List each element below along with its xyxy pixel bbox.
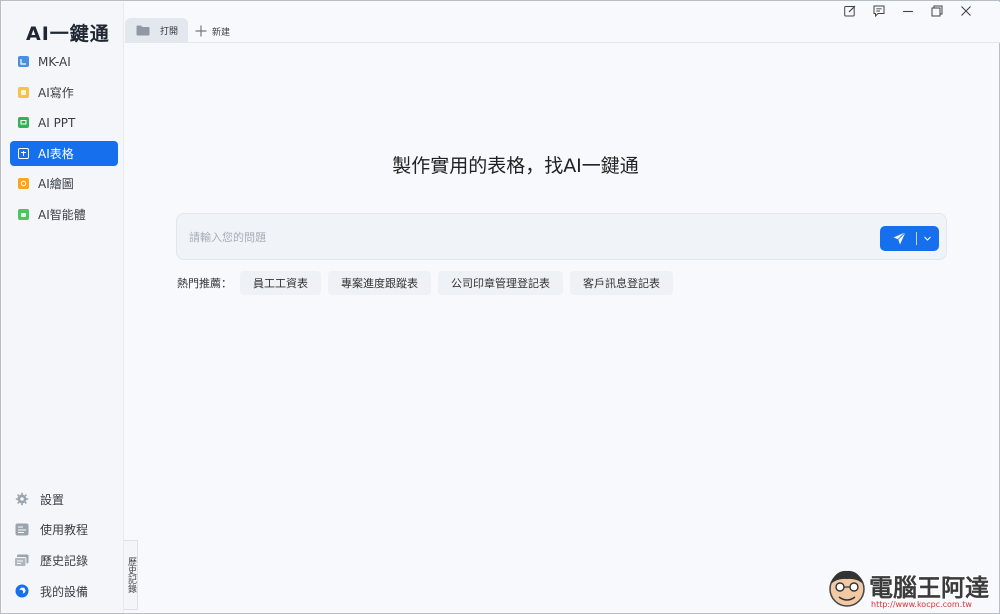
ppt-icon <box>18 117 29 129</box>
sidebar-item-label: MK-AI <box>38 54 71 69</box>
window-controls <box>842 3 974 19</box>
suggestion-chip[interactable]: 員工工資表 <box>240 271 321 295</box>
suggestion-chip[interactable]: 公司印章管理登記表 <box>438 271 563 295</box>
page-title: 製作實用的表格，找AI一鍵通 <box>392 155 639 177</box>
send-button[interactable] <box>880 226 939 251</box>
search-box <box>176 213 947 260</box>
sidebar-item-label: AI智能體 <box>38 207 86 222</box>
sidebar-item-label: AI寫作 <box>38 85 74 100</box>
mk-ai-icon <box>18 56 29 67</box>
watermark: 電腦王阿達 http://www.kocpc.com.tw <box>827 564 997 612</box>
chevron-down-icon[interactable] <box>923 234 932 243</box>
sidebar: AI一鍵通 MK-AI AI寫作 AI PPT AI表格 AI繪圖 AI智能體 … <box>2 2 124 613</box>
restore-icon[interactable] <box>929 3 945 19</box>
plus-icon <box>195 25 207 37</box>
sidebar-item-label: AI PPT <box>38 115 76 130</box>
sidebar-nav: MK-AI AI寫作 AI PPT AI表格 AI繪圖 AI智能體 <box>10 49 118 233</box>
gear-icon <box>14 492 29 507</box>
folder-icon <box>136 25 150 36</box>
writing-icon <box>18 86 29 98</box>
device-icon <box>14 584 29 599</box>
history-icon <box>14 553 29 568</box>
sidebar-item-label: 歷史記錄 <box>40 553 89 568</box>
sidebar-item-mk-ai[interactable]: MK-AI <box>10 49 118 74</box>
hot-recommendations: 熱門推薦： 員工工資表 專案進度跟蹤表 公司印章管理登記表 客戶訊息登記表 <box>177 271 680 295</box>
feedback-icon[interactable] <box>871 3 887 19</box>
tab-bar: 打開 新建 <box>124 2 1000 43</box>
sidebar-item-label: 設置 <box>40 492 65 507</box>
search-input[interactable] <box>189 228 869 246</box>
sidebar-item-history[interactable]: 歷史記錄 <box>14 548 119 572</box>
mascot-face-icon <box>827 566 867 608</box>
watermark-url: http://www.kocpc.com.tw <box>871 600 972 609</box>
sidebar-item-ai-drawing[interactable]: AI繪圖 <box>10 171 118 196</box>
agent-icon <box>18 208 29 220</box>
sidebar-item-ai-writing[interactable]: AI寫作 <box>10 80 118 105</box>
tab-open-label: 打開 <box>160 27 179 37</box>
main-content: 製作實用的表格，找AI一鍵通 熱門推薦： 員工工資表 專案進度跟蹤表 公司印章管… <box>125 44 1000 614</box>
watermark-text: 電腦王阿達 <box>869 574 989 602</box>
sidebar-bottom-nav: 設置 使用教程 歷史記錄 我的設備 <box>14 487 119 610</box>
sidebar-item-ai-ppt[interactable]: AI PPT <box>10 110 118 135</box>
close-icon[interactable] <box>958 3 974 19</box>
send-divider <box>916 232 917 245</box>
suggestion-chip[interactable]: 客戶訊息登記表 <box>570 271 673 295</box>
sidebar-item-label: AI繪圖 <box>38 177 74 192</box>
sidebar-item-label: 我的設備 <box>40 584 89 599</box>
tutorial-icon <box>14 522 29 537</box>
edit-icon[interactable] <box>842 3 858 19</box>
app-window: AI一鍵通 MK-AI AI寫作 AI PPT AI表格 AI繪圖 AI智能體 … <box>0 0 1000 614</box>
app-logo: AI一鍵通 <box>26 23 110 45</box>
sidebar-item-ai-table[interactable]: AI表格 <box>10 140 118 166</box>
suggestion-chip[interactable]: 專案進度跟蹤表 <box>328 271 431 295</box>
tab-new-label: 新建 <box>212 27 231 38</box>
sidebar-item-tutorial[interactable]: 使用教程 <box>14 518 119 542</box>
sidebar-item-my-device[interactable]: 我的設備 <box>14 579 119 603</box>
send-icon <box>892 231 907 246</box>
hot-label: 熱門推薦： <box>177 277 232 290</box>
tab-open[interactable]: 打開 <box>125 18 188 43</box>
sidebar-item-ai-agent[interactable]: AI智能體 <box>10 202 118 227</box>
minimize-icon[interactable] <box>900 3 916 19</box>
sidebar-item-settings[interactable]: 設置 <box>14 487 119 511</box>
sidebar-item-label: 使用教程 <box>40 523 89 538</box>
drawing-icon <box>18 178 29 190</box>
table-icon <box>18 147 29 159</box>
sidebar-item-label: AI表格 <box>38 146 74 161</box>
tab-new[interactable]: 新建 <box>195 22 230 40</box>
